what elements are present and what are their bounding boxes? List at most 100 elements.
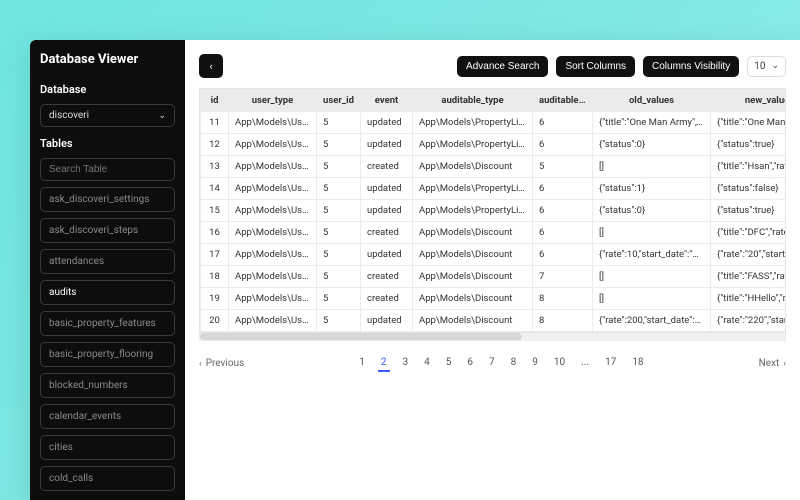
search-table-input[interactable] (40, 158, 175, 181)
table-cell: App\Models\User (229, 134, 317, 156)
page-number[interactable]: 7 (486, 355, 498, 372)
table-cell: 5 (317, 156, 361, 178)
column-header[interactable]: old_values (593, 90, 711, 112)
table-row[interactable]: 11App\Models\User5updatedApp\Models\Prop… (201, 112, 787, 134)
table-cell: 5 (317, 200, 361, 222)
table-cell: 6 (533, 244, 593, 266)
table-cell: 20 (201, 310, 229, 332)
page-size-value: 10 (754, 61, 765, 72)
table-row[interactable]: 13App\Models\User5createdApp\Models\Disc… (201, 156, 787, 178)
page-number[interactable]: 4 (421, 355, 433, 372)
page-number[interactable]: 18 (629, 355, 646, 372)
table-cell: App\Models\User (229, 222, 317, 244)
table-cell: [] (593, 222, 711, 244)
page-number[interactable]: 6 (464, 355, 476, 372)
table-cell: 12 (201, 134, 229, 156)
table-cell: [] (593, 156, 711, 178)
table-cell: 8 (533, 310, 593, 332)
sidebar-table-item[interactable]: ask_discoveri_settings (40, 187, 175, 212)
table-cell: App\Models\Discount (413, 310, 533, 332)
sidebar-table-item[interactable]: audits (40, 280, 175, 305)
sidebar-table-item[interactable]: calendar_events (40, 404, 175, 429)
table-cell: 14 (201, 178, 229, 200)
table-cell: {"rate":200,"start_date":"202... (593, 310, 711, 332)
database-section-label: Database (40, 83, 175, 96)
table-cell: {"rate":"20","start_date":"2 (711, 244, 787, 266)
table-cell: App\Models\User (229, 288, 317, 310)
table-header-row: iduser_typeuser_ideventauditable_typeaud… (201, 90, 787, 112)
column-header[interactable]: user_id (317, 90, 361, 112)
sidebar-table-item[interactable]: basic_property_features (40, 311, 175, 336)
column-header[interactable]: new_values (711, 90, 787, 112)
table-cell: 5 (317, 288, 361, 310)
sidebar-table-item[interactable]: basic_property_flooring (40, 342, 175, 367)
table-cell: App\Models\Discount (413, 156, 533, 178)
table-row[interactable]: 16App\Models\User5createdApp\Models\Disc… (201, 222, 787, 244)
column-header[interactable]: id (201, 90, 229, 112)
sort-columns-button[interactable]: Sort Columns (556, 56, 635, 77)
page-number[interactable]: 2 (378, 355, 390, 372)
sidebar-table-item[interactable]: cities (40, 435, 175, 460)
page-size-select[interactable]: 10 ⌄ (747, 56, 786, 77)
table-cell: 7 (533, 266, 593, 288)
back-button[interactable]: ‹ (199, 54, 223, 78)
table-cell: App\Models\User (229, 266, 317, 288)
page-number[interactable]: 3 (400, 355, 412, 372)
next-page-button[interactable]: Next › (759, 358, 786, 369)
page-number[interactable]: 8 (508, 355, 520, 372)
table-row[interactable]: 14App\Models\User5updatedApp\Models\Prop… (201, 178, 787, 200)
table-cell: {"status":true} (711, 134, 787, 156)
table-cell: updated (361, 310, 413, 332)
data-grid: iduser_typeuser_ideventauditable_typeaud… (199, 88, 786, 333)
column-header[interactable]: event (361, 90, 413, 112)
sidebar-table-item[interactable]: ask_discoveri_steps (40, 218, 175, 243)
column-header[interactable]: auditable_id (533, 90, 593, 112)
chevron-right-icon: › (783, 359, 786, 369)
table-cell: created (361, 288, 413, 310)
columns-visibility-button[interactable]: Columns Visibility (643, 56, 739, 77)
table-cell: {"status":false} (711, 178, 787, 200)
table-row[interactable]: 20App\Models\User5updatedApp\Models\Disc… (201, 310, 787, 332)
page-number[interactable]: 10 (551, 355, 568, 372)
table-cell: {"status":true} (711, 200, 787, 222)
page-number[interactable]: 17 (602, 355, 619, 372)
sidebar-table-item[interactable]: blocked_numbers (40, 373, 175, 398)
table-cell: 5 (533, 156, 593, 178)
table-cell: 11 (201, 112, 229, 134)
table-cell: created (361, 222, 413, 244)
table-cell: 6 (533, 112, 593, 134)
sidebar-table-item[interactable]: attendances (40, 249, 175, 274)
table-cell: App\Models\PropertyListin... (413, 200, 533, 222)
table-cell: App\Models\User (229, 156, 317, 178)
sidebar-table-item[interactable]: cold_calls (40, 466, 175, 491)
page-number[interactable]: 9 (529, 355, 541, 372)
table-cell: 6 (533, 222, 593, 244)
table-cell: {"title":"DFC","rate_type":" (711, 222, 787, 244)
table-cell: App\Models\User (229, 244, 317, 266)
prev-page-button[interactable]: ‹ Previous (199, 358, 244, 369)
advance-search-button[interactable]: Advance Search (457, 56, 548, 77)
table-cell: 13 (201, 156, 229, 178)
horizontal-scrollbar[interactable] (199, 333, 786, 341)
table-cell: 6 (533, 200, 593, 222)
table-cell: 5 (317, 310, 361, 332)
database-select[interactable]: discoveri ⌄ (40, 104, 175, 127)
page-number[interactable]: 5 (443, 355, 455, 372)
table-row[interactable]: 19App\Models\User5createdApp\Models\Disc… (201, 288, 787, 310)
column-header[interactable]: auditable_type (413, 90, 533, 112)
table-cell: 5 (317, 222, 361, 244)
table-cell: {"title":"One Man Army G (711, 112, 787, 134)
column-header[interactable]: user_type (229, 90, 317, 112)
table-row[interactable]: 17App\Models\User5updatedApp\Models\Disc… (201, 244, 787, 266)
table-cell: {"title":"Hsan","rate_type": (711, 156, 787, 178)
table-row[interactable]: 12App\Models\User5updatedApp\Models\Prop… (201, 134, 787, 156)
table-cell: 5 (317, 244, 361, 266)
chevron-down-icon: ⌄ (158, 111, 166, 121)
table-cell: App\Models\PropertyListin... (413, 112, 533, 134)
table-cell: App\Models\PropertyListin... (413, 178, 533, 200)
table-row[interactable]: 18App\Models\User5createdApp\Models\Disc… (201, 266, 787, 288)
table-cell: {"status":0} (593, 200, 711, 222)
scrollbar-thumb[interactable] (200, 333, 522, 340)
page-number[interactable]: 1 (356, 355, 368, 372)
table-row[interactable]: 15App\Models\User5updatedApp\Models\Prop… (201, 200, 787, 222)
